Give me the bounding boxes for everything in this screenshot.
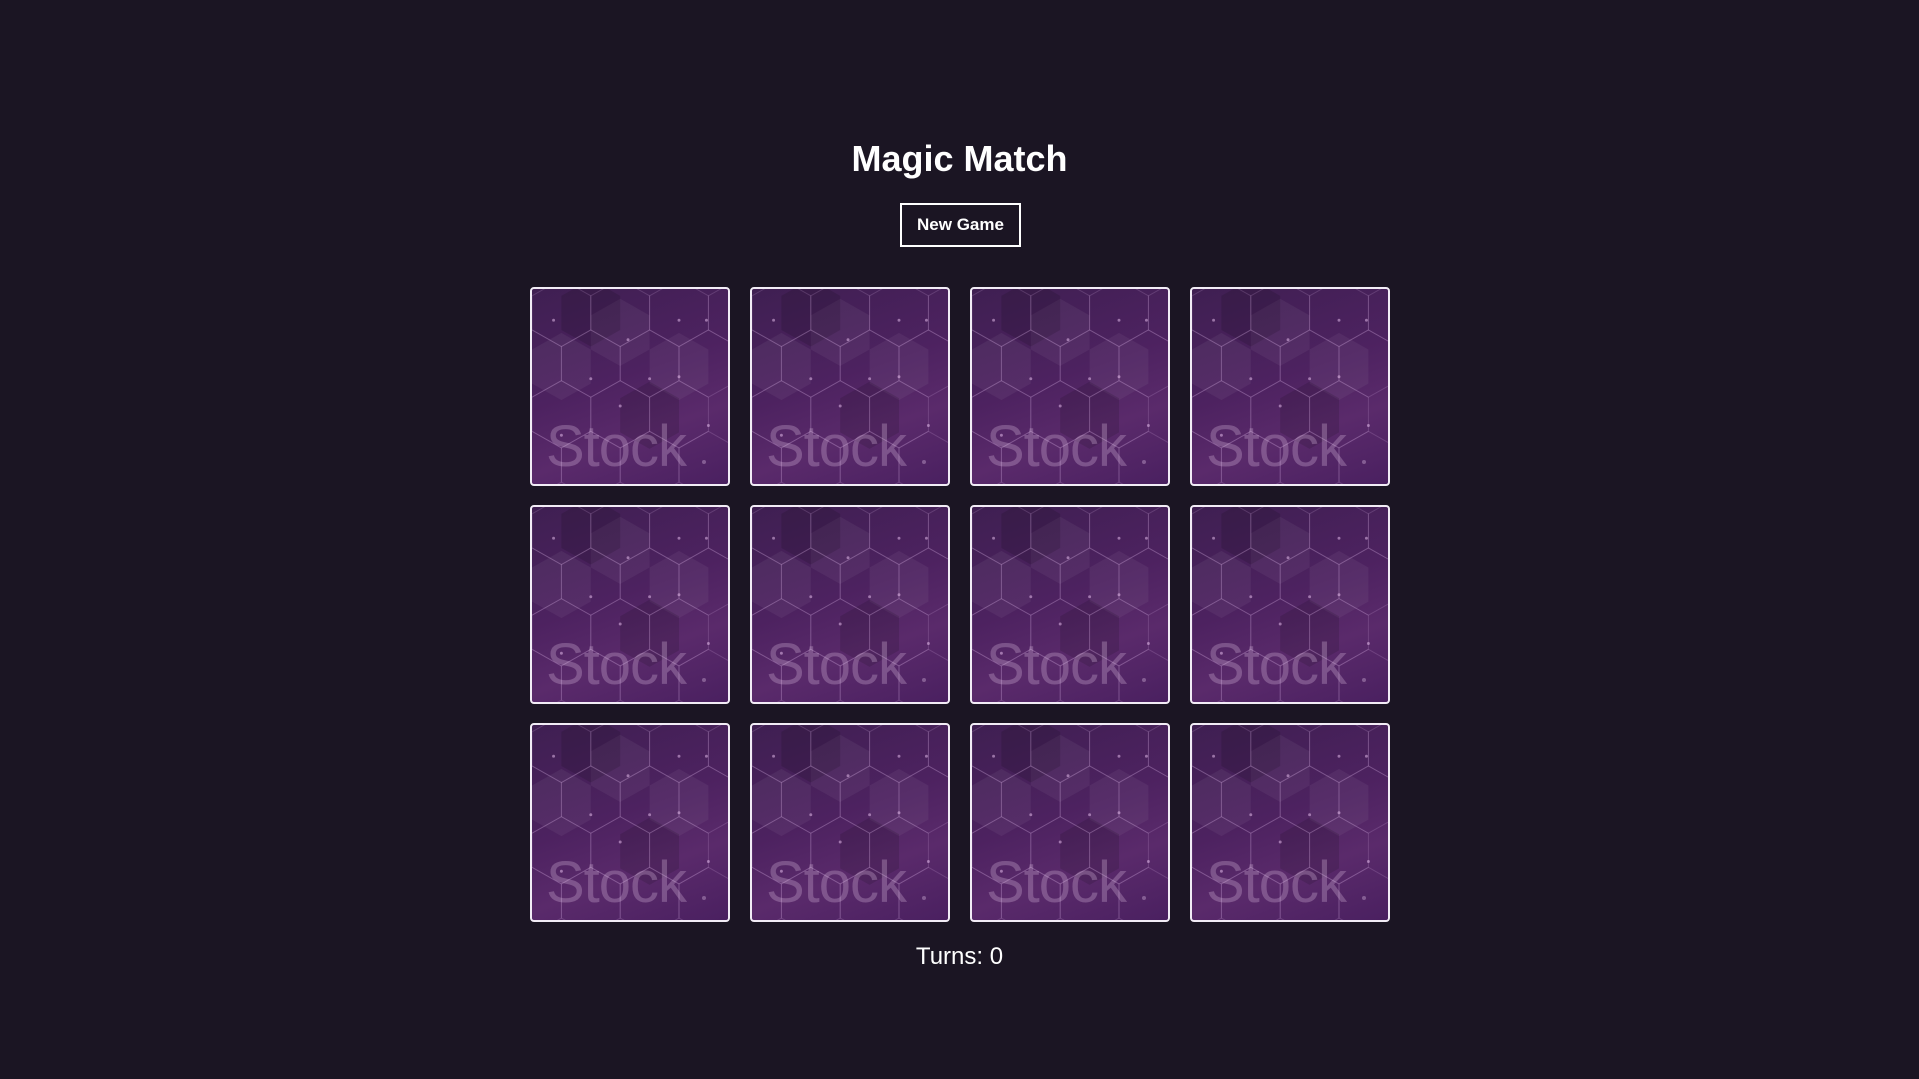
card-watermark-text: Stock [1206, 414, 1347, 479]
card-dot-icon [702, 678, 706, 682]
card-back[interactable]: Stock [530, 723, 730, 922]
card-back[interactable]: Stock [1190, 287, 1390, 486]
new-game-button[interactable]: New Game [900, 203, 1021, 247]
card-dot-icon [1362, 678, 1366, 682]
card-back[interactable]: Stock [530, 505, 730, 704]
game-title: Magic Match [851, 138, 1068, 179]
card-watermark-text: Stock [1206, 850, 1347, 915]
card-dot-icon [922, 896, 926, 900]
card-dot-icon [922, 678, 926, 682]
card-watermark-text: Stock [546, 632, 687, 697]
card-dot-icon [702, 896, 706, 900]
card-back[interactable]: Stock [750, 287, 950, 486]
card-back[interactable]: Stock [970, 723, 1170, 922]
card-grid: Stock Stock Stock Stock Stock Stock Stoc… [530, 287, 1390, 922]
card-dot-icon [1362, 460, 1366, 464]
magic-match-app: Magic Match New Game Stock Stock Stock S… [0, 0, 1919, 1079]
card-watermark-text: Stock [546, 414, 687, 479]
card-back[interactable]: Stock [970, 505, 1170, 704]
card-watermark-text: Stock [1206, 632, 1347, 697]
card-dot-icon [922, 460, 926, 464]
card-dot-icon [1142, 460, 1146, 464]
card-watermark-text: Stock [766, 850, 907, 915]
card-back[interactable]: Stock [1190, 505, 1390, 704]
card-watermark-text: Stock [986, 850, 1127, 915]
card-dot-icon [1142, 896, 1146, 900]
card-watermark-text: Stock [766, 414, 907, 479]
card-back[interactable]: Stock [970, 287, 1170, 486]
card-back[interactable]: Stock [1190, 723, 1390, 922]
card-back[interactable]: Stock [530, 287, 730, 486]
card-watermark-text: Stock [986, 632, 1127, 697]
card-watermark-text: Stock [766, 632, 907, 697]
card-watermark-text: Stock [986, 414, 1127, 479]
card-back[interactable]: Stock [750, 723, 950, 922]
turns-counter: Turns: 0 [915, 943, 1004, 970]
card-watermark-text: Stock [546, 850, 687, 915]
card-dot-icon [1142, 678, 1146, 682]
card-dot-icon [702, 460, 706, 464]
card-dot-icon [1362, 896, 1366, 900]
card-back[interactable]: Stock [750, 505, 950, 704]
